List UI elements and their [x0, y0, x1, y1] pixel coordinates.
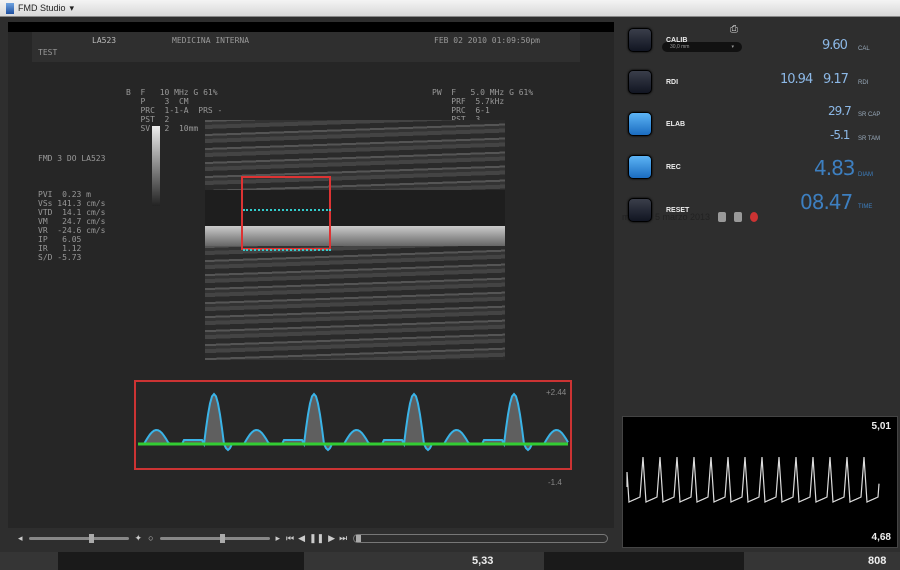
- ultrasound-image[interactable]: [205, 120, 505, 360]
- doppler-roi[interactable]: [134, 380, 572, 470]
- bottom-value-2: 808: [868, 555, 887, 567]
- status-strip: 5,33 808: [0, 552, 900, 570]
- patient: TEST: [38, 48, 58, 57]
- calib-select[interactable]: 30,0 mm ▾: [662, 42, 742, 52]
- step-forward-button[interactable]: ▶: [328, 533, 335, 544]
- sr-cap-value: 29.7: [828, 104, 852, 118]
- pause-button[interactable]: ❚❚: [309, 533, 324, 544]
- doppler-waveform: [138, 392, 569, 452]
- cal-value: 9.60: [822, 38, 848, 53]
- logo: LA523: [92, 36, 117, 45]
- playback-controls: ◂ ✦ ○ ▸ ⏮ ◀ ❚❚ ▶ ⏭: [8, 530, 614, 546]
- reset-button[interactable]: [628, 198, 652, 222]
- diam-value: 4.83: [814, 156, 856, 180]
- elab-button[interactable]: [628, 112, 652, 136]
- first-frame-button[interactable]: ⏮: [286, 533, 294, 544]
- rdi-value-1: 10.94: [780, 72, 813, 87]
- print-icon[interactable]: ⎙: [730, 24, 738, 35]
- rdi-value-2: 9.17: [823, 72, 849, 87]
- app-menu[interactable]: FMD Studio ▾: [6, 2, 74, 14]
- doppler-bottom-label: -1.4: [548, 478, 562, 487]
- step-back-button[interactable]: ◀: [298, 533, 305, 544]
- datetime: FEB 02 2010 01:09:50pm: [434, 36, 540, 45]
- department: MEDICINA INTERNA: [172, 36, 250, 45]
- frame-progress[interactable]: [353, 533, 608, 543]
- calib-button[interactable]: [628, 28, 652, 52]
- app-title: FMD Studio: [18, 3, 66, 13]
- ecg-monitor: 5,01 4,68: [622, 416, 898, 548]
- ultrasound-header: LA523 MEDICINA INTERNA FEB 02 2010 01:09…: [32, 32, 580, 62]
- last-frame-button[interactable]: ⏭: [339, 533, 347, 544]
- time-value: 08.47: [800, 190, 853, 214]
- bottom-value-1: 5,33: [472, 555, 494, 567]
- probe-label: FMD 3 DO LA523: [38, 154, 106, 163]
- position-slider[interactable]: [159, 533, 270, 543]
- ecg-min: 4,68: [871, 532, 891, 543]
- marker-icon[interactable]: ✦: [135, 533, 143, 544]
- ecg-trace: [626, 456, 880, 503]
- sr-tam-value: -5.1: [830, 128, 850, 142]
- lower-wall-trace: [243, 249, 331, 251]
- rdi-button[interactable]: [628, 70, 652, 94]
- measurements: PVI 0.23 m VSs 141.3 cm/s VTD 14.1 cm/s …: [38, 190, 106, 262]
- app-icon: [6, 2, 14, 14]
- upper-wall-trace: [243, 209, 331, 211]
- menu-bar: FMD Studio ▾ martedì 5 marzo 2013: [0, 0, 900, 222]
- grayscale-bar: [152, 126, 160, 206]
- rec-button[interactable]: [628, 155, 652, 179]
- speed-slider[interactable]: [28, 533, 129, 543]
- control-panel: CALIB 30,0 mm ▾ ⎙ RDI ELAB REC RESET 9.60…: [622, 22, 900, 412]
- roi-box[interactable]: [241, 176, 331, 250]
